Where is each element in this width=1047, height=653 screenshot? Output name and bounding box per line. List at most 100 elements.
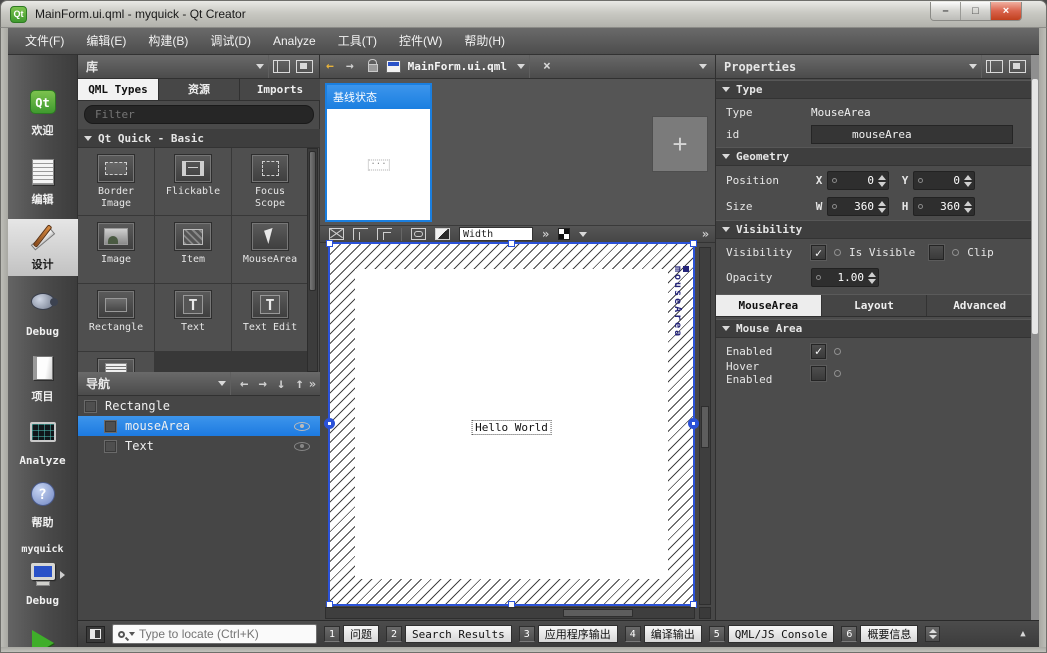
resize-handle-ne[interactable]	[690, 240, 697, 247]
lock-icon[interactable]	[368, 64, 378, 72]
eye-icon[interactable]	[294, 442, 310, 451]
w-spinbox[interactable]: 360	[827, 197, 889, 216]
item-visibility-checkbox[interactable]	[84, 400, 97, 413]
binding-indicator-icon[interactable]	[834, 249, 841, 256]
eye-icon[interactable]	[294, 422, 310, 431]
zoom-width-field[interactable]	[459, 227, 533, 241]
x-spinbox[interactable]: 0	[827, 171, 889, 190]
resize-handle-nw[interactable]	[326, 240, 333, 247]
library-item-partial[interactable]	[78, 352, 154, 372]
hello-world-text[interactable]: Hello World	[471, 420, 552, 435]
tree-row-rectangle[interactable]: Rectangle	[78, 396, 320, 416]
form-root-rectangle[interactable]: mouseArea Hello World	[330, 244, 693, 604]
document-dropdown-icon[interactable]	[517, 64, 525, 69]
anchor-fill-icon[interactable]	[377, 228, 392, 240]
toggle-sidebar-button[interactable]	[86, 626, 105, 643]
move-left-icon[interactable]: ←	[240, 376, 248, 392]
toolbar-overflow-icon[interactable]: »	[542, 227, 549, 241]
maximize-output-button[interactable]: ▲	[1015, 627, 1031, 641]
geometry-section-header[interactable]: Geometry	[716, 147, 1032, 166]
output-pane-app-output[interactable]: 3 应用程序输出	[519, 625, 618, 643]
library-item-border-image[interactable]: Border Image	[78, 148, 154, 215]
editor-split-dropdown-icon[interactable]	[699, 64, 707, 69]
split-panel-button[interactable]	[273, 60, 290, 73]
back-icon[interactable]: ←	[326, 59, 334, 74]
move-right-icon[interactable]: →	[258, 376, 266, 392]
canvas-vscrollbar[interactable]	[699, 247, 711, 605]
opacity-spinbox[interactable]: 1.00	[811, 268, 879, 287]
menu-window[interactable]: 控件(W)	[388, 28, 453, 54]
menu-debug[interactable]: 调试(D)	[199, 28, 262, 54]
menu-help[interactable]: 帮助(H)	[453, 28, 516, 54]
output-pane-qmljs-console[interactable]: 5 QML/JS Console	[709, 625, 835, 643]
library-item-flickable[interactable]: Flickable	[155, 148, 231, 215]
navigator-dropdown-icon[interactable]	[218, 381, 226, 386]
library-item-item[interactable]: Item	[155, 216, 231, 283]
menu-file[interactable]: 文件(F)	[14, 28, 75, 54]
resize-handle-w[interactable]	[324, 418, 335, 429]
mode-help[interactable]: ? 帮助	[8, 475, 78, 534]
library-dropdown-icon[interactable]	[256, 64, 264, 69]
anchor-top-icon[interactable]	[353, 228, 368, 240]
canvas-color-dropdown-icon[interactable]	[579, 232, 587, 237]
document-filename[interactable]: MainForm.ui.qml	[408, 60, 507, 73]
locator-input[interactable]	[139, 627, 311, 641]
hover-enabled-checkbox[interactable]	[811, 366, 826, 381]
toolbar-more-icon[interactable]: »	[702, 227, 709, 241]
pane-updown-button[interactable]	[925, 626, 940, 642]
mode-design[interactable]: 设计	[8, 219, 78, 276]
move-up-icon[interactable]: ↑	[295, 376, 303, 392]
library-section-header[interactable]: Qt Quick - Basic	[78, 129, 320, 148]
split-panel-button[interactable]	[986, 60, 1003, 73]
kit-selector[interactable]: Debug	[8, 557, 78, 611]
menu-edit[interactable]: 编辑(E)	[75, 28, 137, 54]
library-item-rectangle[interactable]: Rectangle	[78, 284, 154, 351]
mode-welcome[interactable]: Qt 欢迎	[8, 83, 78, 142]
close-panel-button[interactable]	[296, 60, 313, 73]
tab-advanced[interactable]: Advanced	[927, 295, 1032, 316]
move-down-icon[interactable]: ↓	[277, 376, 285, 392]
tab-qml-types[interactable]: QML Types	[78, 79, 159, 100]
no-anchors-icon[interactable]	[329, 228, 344, 240]
tab-imports[interactable]: Imports	[240, 79, 320, 100]
menu-analyze[interactable]: Analyze	[262, 28, 327, 54]
add-state-button[interactable]: +	[652, 116, 708, 172]
library-item-mousearea[interactable]: MouseArea	[232, 216, 308, 283]
tab-resources[interactable]: 资源	[159, 79, 240, 100]
binding-indicator-icon[interactable]	[834, 370, 841, 377]
minimize-button[interactable]: –	[931, 2, 961, 20]
menu-tools[interactable]: 工具(T)	[327, 28, 388, 54]
output-pane-issues[interactable]: 1 问题	[324, 625, 379, 643]
close-button[interactable]: ×	[991, 2, 1021, 20]
library-item-focus-scope[interactable]: Focus Scope	[232, 148, 308, 215]
tab-layout[interactable]: Layout	[822, 295, 928, 316]
mode-projects[interactable]: 项目	[8, 348, 78, 408]
mode-debug[interactable]: Debug	[8, 282, 78, 342]
tree-row-mousearea[interactable]: mouseArea	[78, 416, 320, 436]
properties-dropdown-icon[interactable]	[969, 64, 977, 69]
menu-build[interactable]: 构建(B)	[137, 28, 199, 54]
show-bounding-icon[interactable]	[435, 228, 450, 240]
resize-handle-n[interactable]	[508, 240, 515, 247]
forward-icon[interactable]: →	[346, 59, 354, 74]
library-filter-input[interactable]	[84, 105, 314, 124]
library-item-text-edit[interactable]: T Text Edit	[232, 284, 308, 351]
base-state-card[interactable]: 基线状态 ···	[325, 83, 432, 222]
search-dropdown-icon[interactable]	[129, 632, 135, 636]
canvas-hscrollbar[interactable]	[325, 607, 695, 619]
tab-mousearea[interactable]: MouseArea	[716, 295, 822, 316]
library-item-image[interactable]: Image	[78, 216, 154, 283]
binding-indicator-icon[interactable]	[834, 348, 841, 355]
snapping-icon[interactable]	[411, 228, 426, 240]
library-item-text[interactable]: T Text	[155, 284, 231, 351]
tree-row-text[interactable]: Text	[78, 436, 320, 456]
output-pane-compile[interactable]: 4 编译输出	[625, 625, 702, 643]
close-panel-button[interactable]	[1009, 60, 1026, 73]
library-scrollbar[interactable]	[307, 148, 318, 372]
id-input[interactable]	[811, 125, 1013, 144]
clip-checkbox[interactable]	[929, 245, 944, 260]
navigator-overflow-icon[interactable]: »	[309, 377, 316, 391]
h-spinbox[interactable]: 360	[913, 197, 975, 216]
close-document-icon[interactable]: ×	[534, 59, 560, 74]
output-pane-summary[interactable]: 6 概要信息	[841, 625, 918, 643]
